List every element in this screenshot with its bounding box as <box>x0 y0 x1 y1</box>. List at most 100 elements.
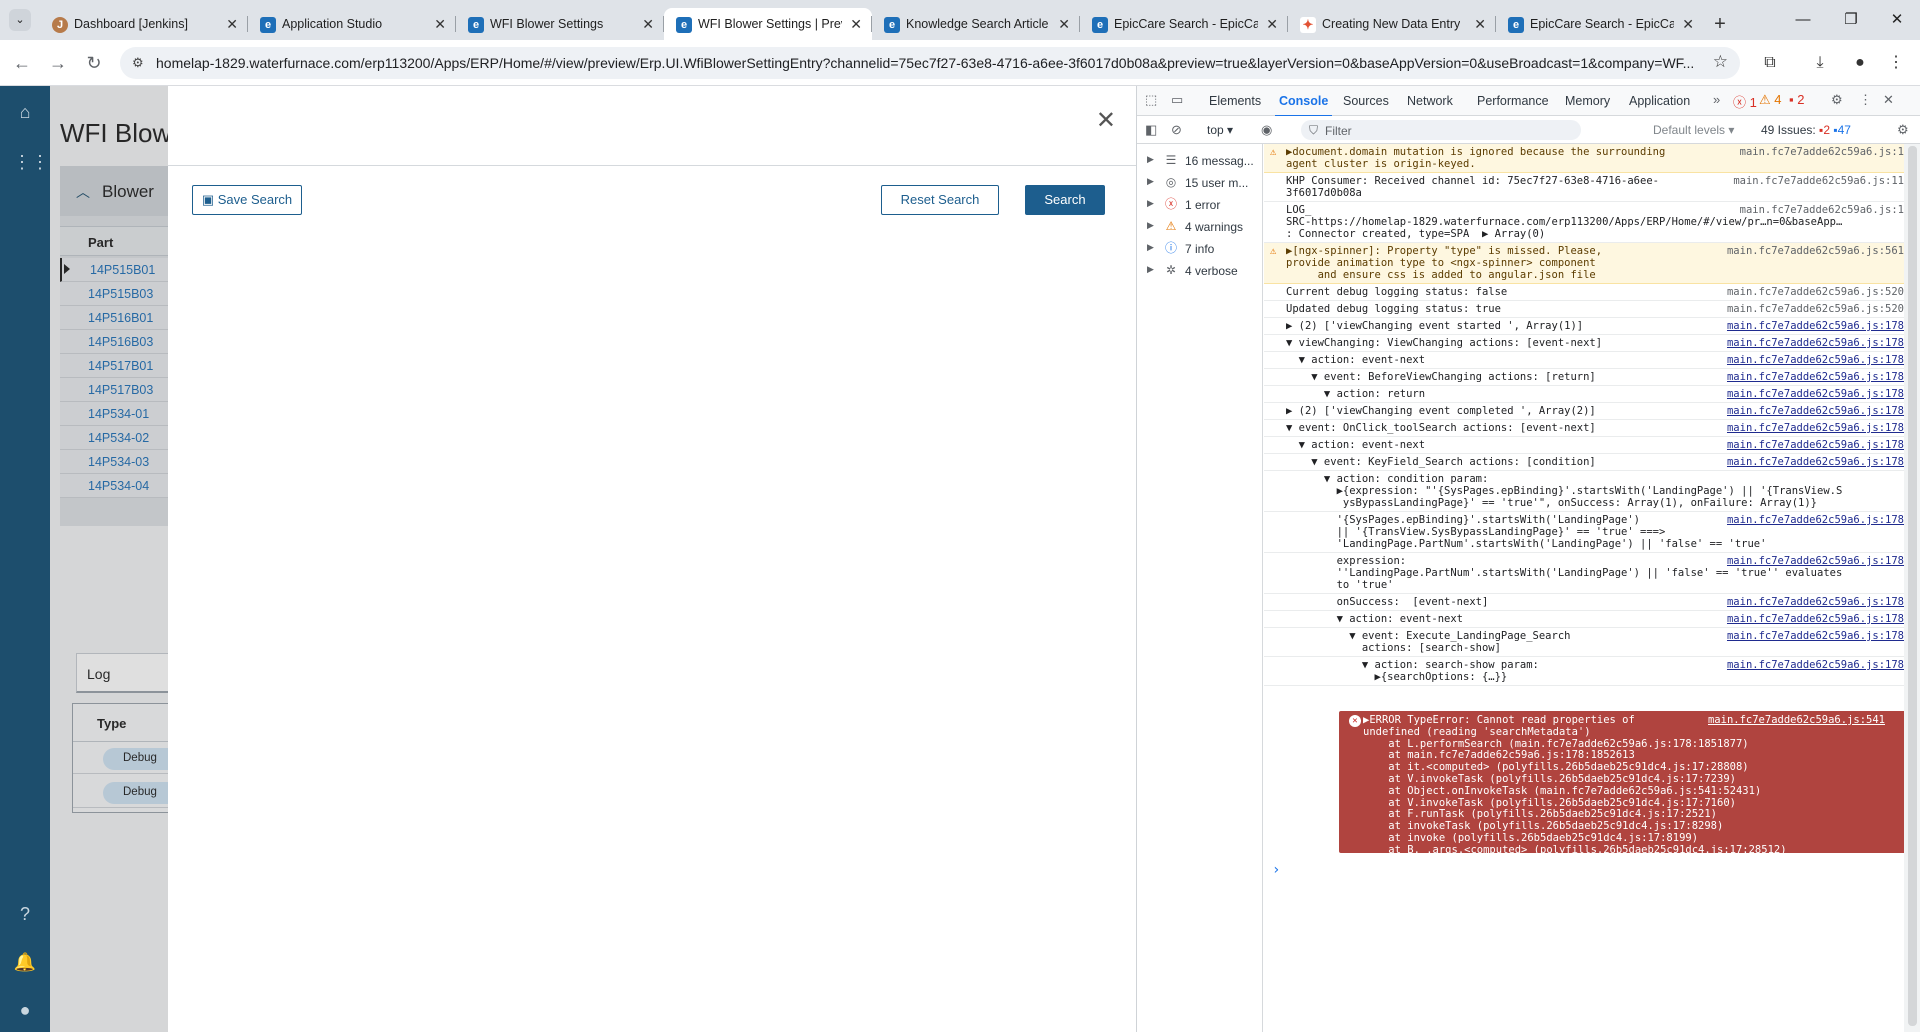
browser-tab[interactable]: e EpicCare Search - EpicCar ✕ <box>1080 8 1288 40</box>
url-text[interactable]: homelap-1829.waterfurnace.com/erp113200/… <box>156 55 1706 71</box>
console-scrollbar[interactable] <box>1904 144 1920 1032</box>
console-message[interactable]: expression: ''LandingPage.PartNum'.start… <box>1264 553 1904 594</box>
extensions-icon[interactable]: ⧉ <box>1758 51 1782 75</box>
apps-grid-icon[interactable]: ⋮⋮ <box>13 150 49 174</box>
browser-tab[interactable]: e EpicCare Search - EpicCar ✕ <box>1496 8 1704 40</box>
source-link[interactable]: main.fc7e7adde62c59a6.js:561 <box>1727 245 1904 257</box>
console-message[interactable]: ▶[ngx-spinner]: Property "type" is misse… <box>1264 243 1904 284</box>
issues-summary[interactable]: 49 Issues: ▪2 ▪47 <box>1761 123 1851 137</box>
devtools-tab-memory[interactable]: Memory <box>1565 94 1610 108</box>
more-tabs-icon[interactable]: » <box>1713 92 1720 107</box>
settings-gear-icon[interactable]: ⚙ <box>1831 92 1843 108</box>
device-toolbar-icon[interactable]: ▭ <box>1171 92 1183 108</box>
expand-arrow-icon[interactable]: ▶ <box>1147 220 1154 231</box>
profile-icon[interactable]: ● <box>1848 51 1872 75</box>
source-link[interactable]: main.fc7e7adde62c59a6.js:178 <box>1727 659 1904 671</box>
live-expression-eye-icon[interactable]: ◉ <box>1261 122 1272 138</box>
source-link[interactable]: main.fc7e7adde62c59a6.js:178 <box>1727 630 1904 642</box>
source-link[interactable]: main.fc7e7adde62c59a6.js:178 <box>1727 439 1904 451</box>
tab-close-icon[interactable]: ✕ <box>434 16 446 33</box>
expand-arrow-icon[interactable]: ▶ <box>1147 198 1154 209</box>
source-link[interactable]: main.fc7e7adde62c59a6.js:11 <box>1733 175 1904 187</box>
reload-button[interactable]: ↻ <box>82 51 106 75</box>
expand-arrow-icon[interactable]: ▶ <box>1147 176 1154 187</box>
console-message[interactable]: ▼ action: event-next main.fc7e7adde62c59a… <box>1264 611 1904 628</box>
tab-search-button[interactable]: ⌄ <box>0 0 40 40</box>
console-message[interactable]: '{SysPages.epBinding}'.startsWith('Landi… <box>1264 512 1904 553</box>
console-message[interactable]: LOG_ SRC-https://homelap-1829.waterfurna… <box>1264 202 1904 243</box>
back-button[interactable]: ← <box>10 51 34 75</box>
source-link[interactable]: main.fc7e7adde62c59a6.js:520 <box>1727 303 1904 315</box>
devtools-tab-elements[interactable]: Elements <box>1209 94 1261 108</box>
tab-close-icon[interactable]: ✕ <box>1474 16 1486 33</box>
close-icon[interactable]: ✕ <box>1096 106 1116 135</box>
console-message[interactable]: ▶ (2) ['viewChanging event started ', Ar… <box>1264 318 1904 335</box>
source-link[interactable]: main.fc7e7adde62c59a6.js:178 <box>1727 388 1904 400</box>
console-message[interactable]: ▶document.domain mutation is ignored bec… <box>1264 144 1904 173</box>
devtools-tab-performance[interactable]: Performance <box>1477 94 1549 108</box>
bookmark-star-icon[interactable]: ☆ <box>1713 52 1728 72</box>
console-message[interactable]: ▼ action: event-next main.fc7e7adde62c59a… <box>1264 352 1904 369</box>
source-link[interactable]: main.fc7e7adde62c59a6.js:178 <box>1727 405 1904 417</box>
console-message[interactable]: ▼ event: BeforeViewChanging actions: [re… <box>1264 369 1904 386</box>
console-message[interactable]: ▼ event: KeyField_Search actions: [condi… <box>1264 454 1904 471</box>
console-message[interactable]: ▼ event: OnClick_toolSearch actions: [ev… <box>1264 420 1904 437</box>
tab-close-icon[interactable]: ✕ <box>1058 16 1070 33</box>
console-prompt[interactable]: › <box>1272 863 1280 877</box>
devtools-tab-console[interactable]: Console <box>1274 94 1333 117</box>
save-search-button[interactable]: ▣ Save Search <box>192 185 302 215</box>
forward-button[interactable]: → <box>46 51 70 75</box>
restore-button[interactable]: ❐ <box>1828 0 1874 40</box>
sidebar-filter-item[interactable]: ▶ ⚠ 4 warnings <box>1145 216 1263 238</box>
sidebar-filter-item[interactable]: ▶ ☰ 16 messag... <box>1145 150 1263 172</box>
error-count-badge[interactable]: ⓧ 1 <box>1733 92 1757 111</box>
console-message[interactable]: ▼ action: search-show param: ▶{searchOpt… <box>1264 657 1904 686</box>
console-message[interactable]: ▼ viewChanging: ViewChanging actions: [e… <box>1264 335 1904 352</box>
console-message[interactable]: Current debug logging status: false main.… <box>1264 284 1904 301</box>
browser-tab[interactable]: ✦ Creating New Data Entry ✕ <box>1288 8 1496 40</box>
log-levels-dropdown[interactable]: Default levels ▾ <box>1653 123 1734 137</box>
expand-arrow-icon[interactable]: ▶ <box>1147 264 1154 275</box>
issues-count-badge[interactable]: ▪ 2 <box>1789 92 1804 107</box>
console-message[interactable]: ▼ action: return main.fc7e7adde62c59a6.js… <box>1264 386 1904 403</box>
browser-tab[interactable]: J Dashboard [Jenkins] ✕ <box>40 8 248 40</box>
source-link[interactable]: main.fc7e7adde62c59a6.js:178 <box>1727 514 1904 526</box>
source-link[interactable]: main.fc7e7adde62c59a6.js:178 <box>1727 320 1904 332</box>
minimize-button[interactable]: — <box>1780 0 1826 40</box>
browser-tab[interactable]: e Knowledge Search Article ✕ <box>872 8 1080 40</box>
modal-backdrop[interactable] <box>50 86 168 1032</box>
user-account-icon[interactable]: ● <box>13 998 37 1022</box>
menu-icon[interactable]: ⋮ <box>1884 51 1908 75</box>
tab-close-icon[interactable]: ✕ <box>850 16 862 33</box>
sidebar-filter-item[interactable]: ▶ ◎ 15 user m... <box>1145 172 1263 194</box>
console-filter-input[interactable]: ⛉ Filter <box>1301 120 1581 140</box>
source-link[interactable]: main.fc7e7adde62c59a6.js:178 <box>1727 555 1904 567</box>
source-link[interactable]: main.fc7e7adde62c59a6.js:178 <box>1727 354 1904 366</box>
context-selector[interactable]: top ▾ <box>1207 123 1233 137</box>
download-icon[interactable]: ⤓ <box>1808 51 1832 75</box>
source-link[interactable]: main.fc7e7adde62c59a6.js:178 <box>1727 456 1904 468</box>
console-message[interactable]: ▼ event: Execute_LandingPage_Search acti… <box>1264 628 1904 657</box>
source-link[interactable]: main.fc7e7adde62c59a6.js:178 <box>1727 422 1904 434</box>
sidebar-filter-item[interactable]: ▶ ⓘ 7 info <box>1145 238 1263 260</box>
source-link[interactable]: main.fc7e7adde62c59a6.js:178 <box>1727 371 1904 383</box>
browser-tab[interactable]: e Application Studio ✕ <box>248 8 456 40</box>
source-link[interactable]: main.fc7e7adde62c59a6.js:178 <box>1727 613 1904 625</box>
inspect-element-icon[interactable]: ⬚ <box>1145 92 1157 108</box>
warning-count-badge[interactable]: ⚠ 4 <box>1759 92 1782 108</box>
browser-tab[interactable]: e WFI Blower Settings ✕ <box>456 8 664 40</box>
expand-arrow-icon[interactable]: ▶ <box>1147 242 1154 253</box>
console-message[interactable]: Updated debug logging status: true main.f… <box>1264 301 1904 318</box>
sidebar-toggle-icon[interactable]: ◧ <box>1145 122 1157 138</box>
clear-console-icon[interactable]: ⊘ <box>1171 122 1182 138</box>
scrollbar-thumb[interactable] <box>1908 146 1917 1026</box>
sidebar-filter-item[interactable]: ▶ ✲ 4 verbose <box>1145 260 1263 282</box>
tab-close-icon[interactable]: ✕ <box>1266 16 1278 33</box>
error-message[interactable]: ✕ main.fc7e7adde62c59a6.js:541 ▶ERROR Ty… <box>1339 711 1904 856</box>
source-link[interactable]: main.fc7e7adde62c59a6.js:520 <box>1727 286 1904 298</box>
console-message[interactable]: onSuccess: [event-next] main.fc7e7adde62c… <box>1264 594 1904 611</box>
devtools-tab-application[interactable]: Application <box>1629 94 1690 108</box>
console-settings-icon[interactable]: ⚙ <box>1897 122 1909 138</box>
source-link[interactable]: main.fc7e7adde62c59a6.js:178 <box>1727 596 1904 608</box>
home-icon[interactable]: ⌂ <box>13 100 37 124</box>
